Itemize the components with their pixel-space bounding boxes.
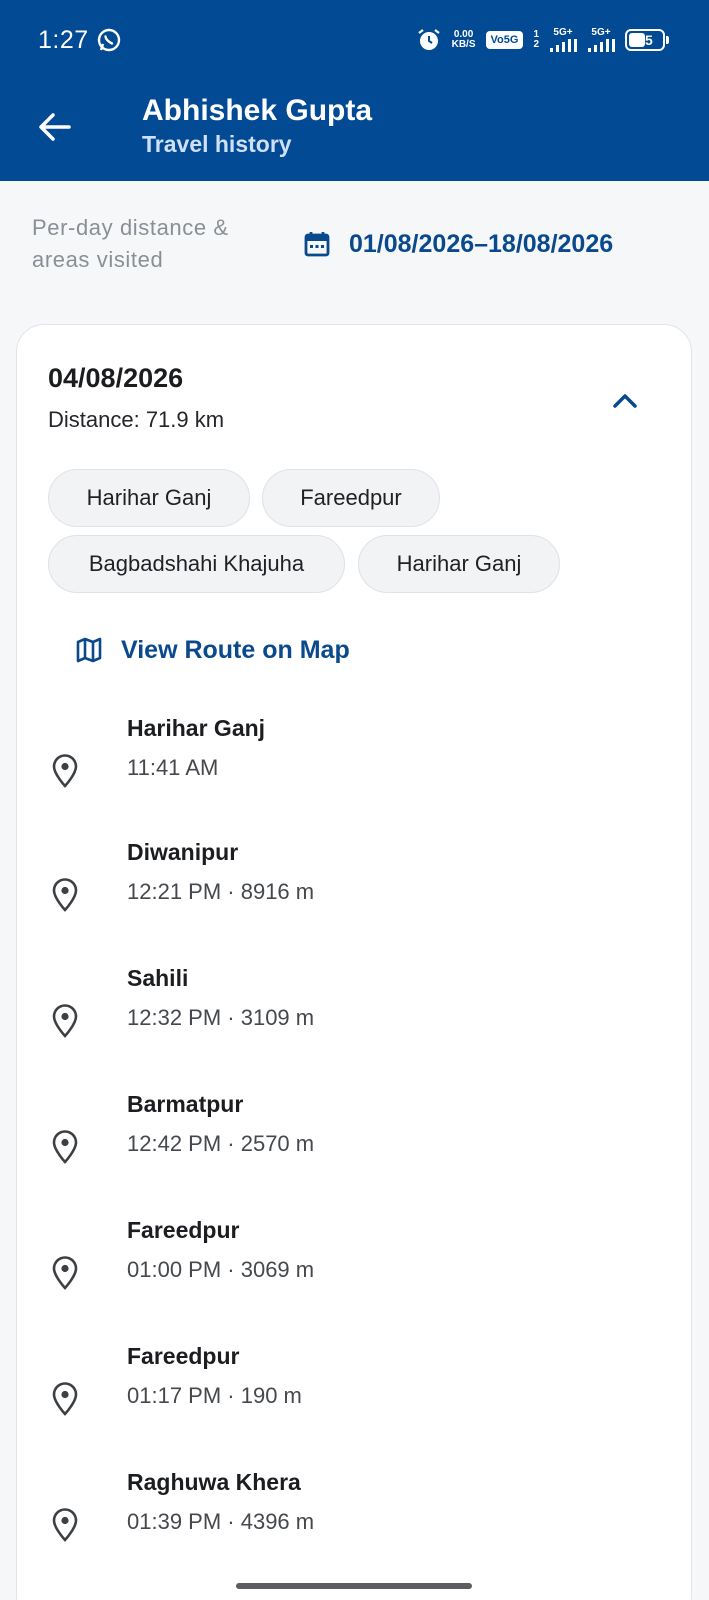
location-pin-icon [52,754,78,788]
stop-name: Fareedpur [127,1343,240,1369]
map-icon [76,637,102,663]
page-title: Abhishek Gupta [142,94,373,127]
date-range-button[interactable]: 01/08/2026–18/08/2026 [303,226,613,262]
alarm-icon [417,29,440,50]
whatsapp-icon [97,28,121,52]
stop-name: Diwanipur [127,839,239,865]
location-pin-icon [52,1130,78,1164]
stop-meta: 12:42 PM · 2570 m [127,1131,315,1156]
location-pin-icon [52,1508,78,1542]
list-item: Barmatpur 12:42 PM · 2570 m [17,1091,693,1201]
stop-meta: 01:39 PM · 4396 m [127,1509,315,1534]
date-range-label: 01/08/2026–18/08/2026 [349,229,614,258]
stop-name: Raghuwa Khera [127,1469,301,1495]
area-chip[interactable]: Fareedpur [262,469,440,527]
sim-indicator: 1 2 [533,29,539,50]
day-date: 04/08/2026 [48,363,184,393]
page-subtitle: Travel history [142,131,292,157]
stop-name: Harihar Ganj [127,715,266,741]
stop-name: Fareedpur [127,1217,240,1243]
battery-icon: 45 [625,29,669,51]
list-item: Sahili 12:32 PM · 3109 m [17,965,693,1075]
stop-meta: 01:17 PM · 190 m [127,1383,302,1408]
stop-name: Sahili [127,965,189,991]
stop-meta: 01:00 PM · 3069 m [127,1257,315,1282]
area-chip[interactable]: Harihar Ganj [358,535,560,593]
location-pin-icon [52,878,78,912]
stop-meta: 11:41 AM [127,755,219,780]
status-time: 1:27 [38,26,89,54]
day-card: 04/08/2026 Distance: 71.9 km Harihar Gan… [16,324,692,1600]
location-pin-icon [52,1256,78,1290]
list-item: Fareedpur 01:17 PM · 190 m [17,1343,693,1453]
home-indicator[interactable] [236,1583,472,1589]
stop-meta: 12:21 PM · 8916 m [127,879,315,904]
status-icons: 0.00 KB/S Vo5G 1 2 5G+ 5G+ 45 [416,26,669,54]
network-speed: 0.00 KB/S [451,29,476,50]
area-chip[interactable]: Harihar Ganj [48,469,250,527]
view-route-button[interactable]: View Route on Map [75,633,350,667]
signal-icon: 5G+ [549,28,577,52]
calendar-icon [304,232,330,257]
app-header: 1:27 0.00 KB/S Vo5G 1 2 5G+ 5G+ 45 Abhis… [0,0,709,181]
stop-meta: 12:32 PM · 3109 m [127,1005,315,1030]
day-distance: Distance: 71.9 km [48,407,225,432]
list-item: Harihar Ganj 11:41 AM [17,715,693,825]
list-item: Fareedpur 01:00 PM · 3069 m [17,1217,693,1327]
back-arrow-icon[interactable] [36,108,74,146]
status-bar: 1:27 0.00 KB/S Vo5G 1 2 5G+ 5G+ 45 [0,0,709,80]
signal-icon: 5G+ [587,28,615,52]
chevron-up-icon[interactable] [609,385,641,417]
volte-badge: Vo5G [485,31,524,49]
view-route-label: View Route on Map [121,635,350,664]
location-pin-icon [52,1004,78,1038]
list-item: Raghuwa Khera 01:39 PM · 4396 m [17,1469,693,1579]
stop-name: Barmatpur [127,1091,244,1117]
location-pin-icon [52,1382,78,1416]
list-item: Diwanipur 12:21 PM · 8916 m [17,839,693,949]
range-description: Per-day distance & areas visited [32,215,229,272]
area-chip[interactable]: Bagbadshahi Khajuha [48,535,345,593]
